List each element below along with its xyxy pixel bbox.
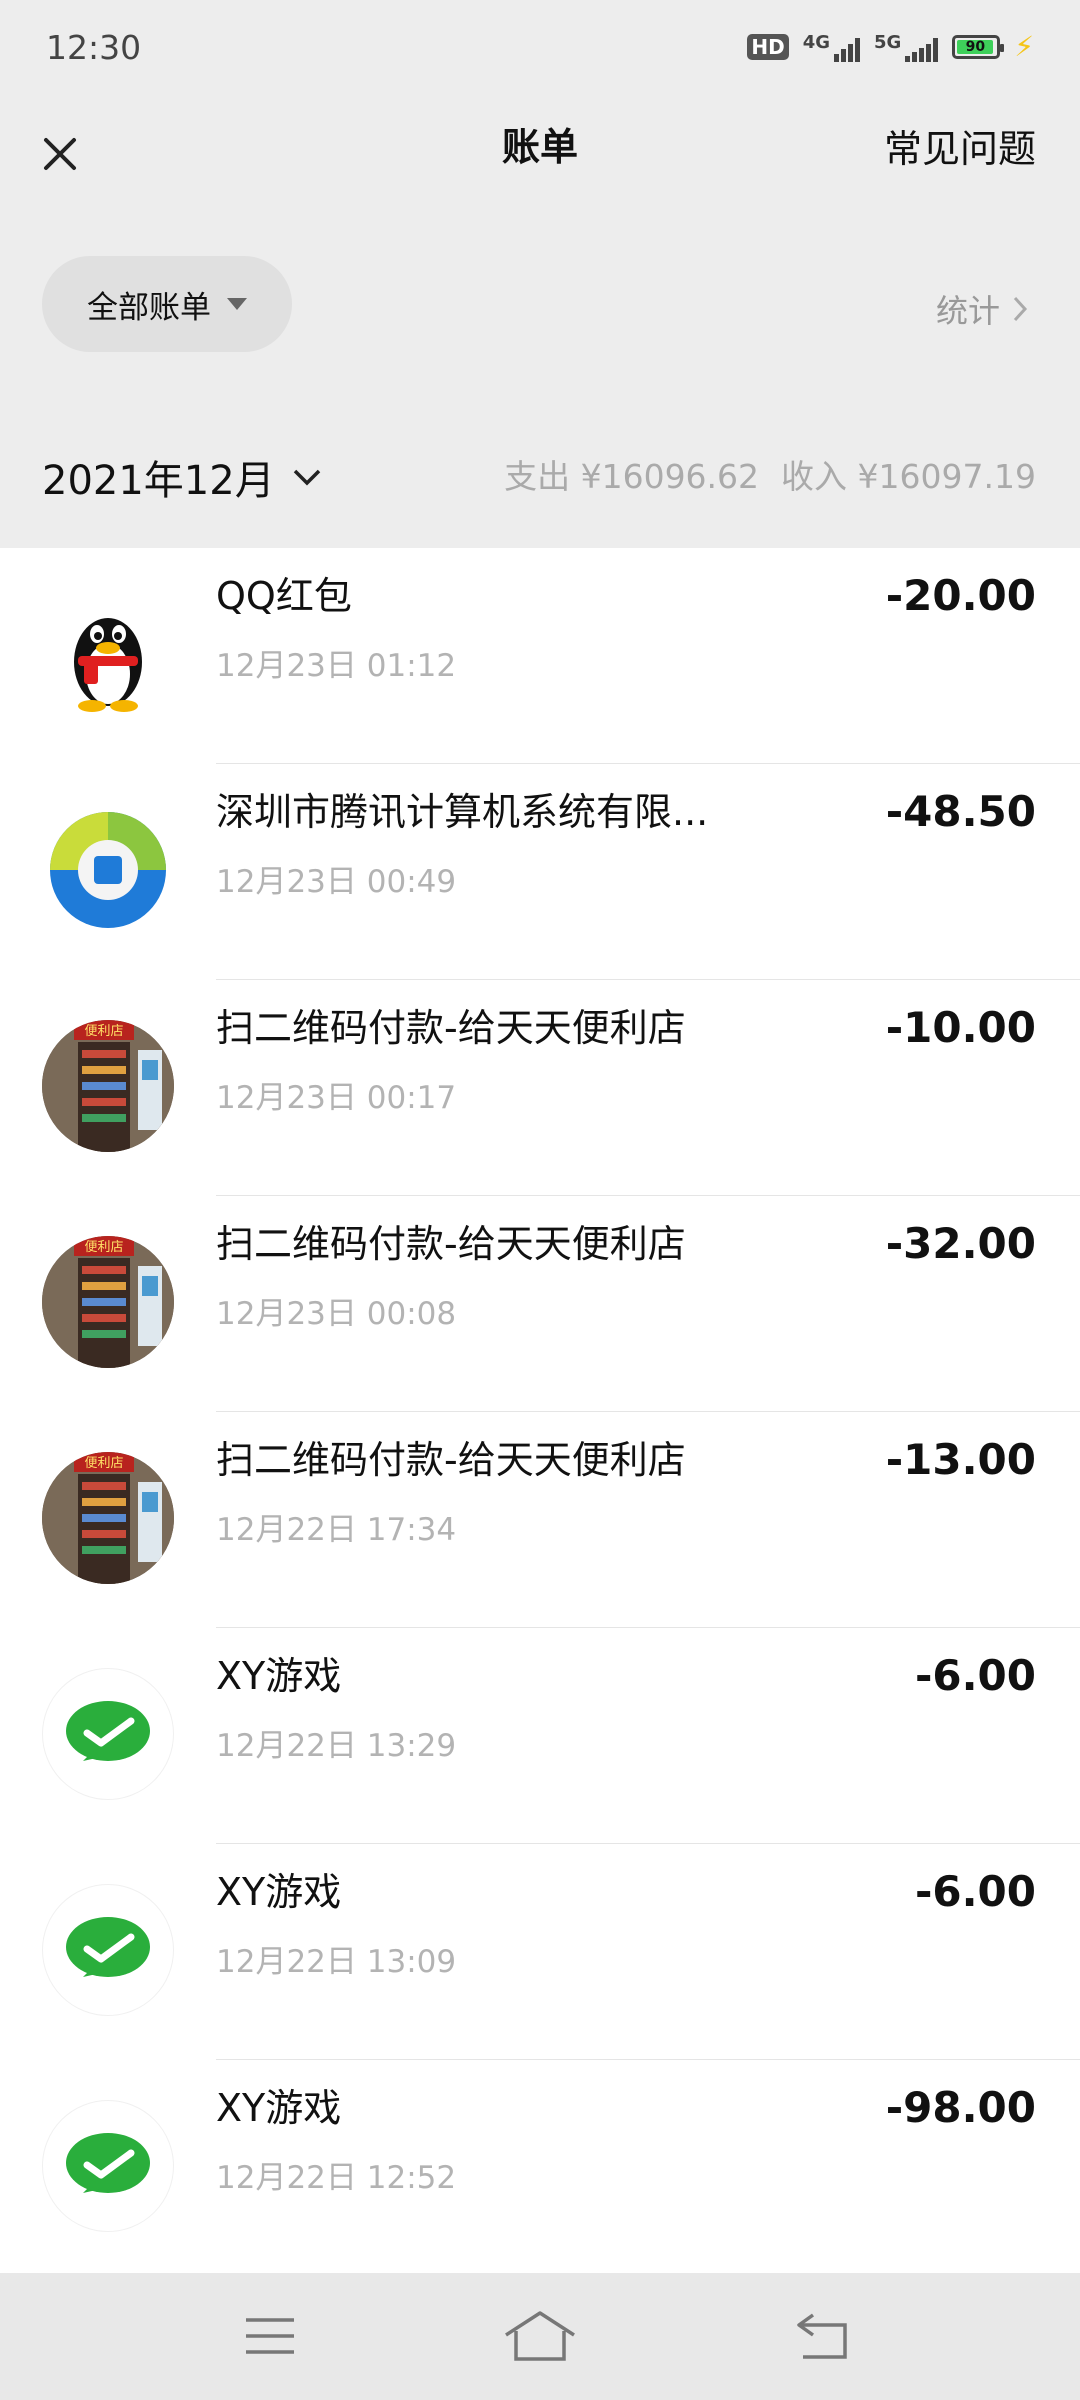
chevron-down-icon [293,469,320,486]
signal-4g-icon: 4G [803,32,861,62]
hd-icon: HD [747,33,789,60]
month-selector[interactable]: 2021年12月 [42,448,323,506]
transaction-row[interactable]: XY游戏 12月22日 13:09 -6.00 [0,1844,1080,2060]
battery-icon: 90 [952,34,1005,59]
transaction-time: 12月23日 01:12 [216,648,457,684]
transaction-amount: -10.00 [885,1003,1036,1052]
month-totals: 支出 ¥16096.62 收入 ¥16097.19 [504,450,1036,498]
transaction-time: 12月23日 00:08 [216,1296,457,1332]
transaction-name: 扫二维码付款-给天天便利店 [216,1438,686,1482]
caret-down-icon [227,298,247,310]
transaction-name: XY游戏 [216,1870,342,1914]
transaction-amount: -13.00 [885,1435,1036,1484]
transaction-name: 扫二维码付款-给天天便利店 [216,1006,686,1050]
stats-label: 统计 [935,292,1000,330]
wechat-pay-icon [42,2100,174,2232]
income-total: 收入 ¥16097.19 [781,457,1036,496]
transaction-row[interactable]: 便利店 扫二维码付款-给天天便利店 12月23日 00:17 -10.00 [0,980,1080,1196]
transaction-amount: -6.00 [914,1867,1036,1916]
transaction-row[interactable]: 深圳市腾讯计算机系统有限... 12月23日 00:49 -48.50 [0,764,1080,980]
faq-link[interactable]: 常见问题 [884,118,1036,173]
expense-total: 支出 ¥16096.62 [504,457,760,496]
home-icon[interactable] [500,2301,580,2371]
store-photo: 便利店 [42,1236,174,1368]
transaction-time: 12月23日 00:17 [216,1080,457,1116]
transaction-row[interactable]: QQ红包 12月23日 01:12 -20.00 [0,548,1080,764]
wechat-pay-icon [42,1668,174,1800]
chevron-right-icon [1013,296,1028,322]
transaction-name: XY游戏 [216,1654,342,1698]
status-time: 12:30 [46,28,142,67]
transaction-time: 12月23日 00:49 [216,864,457,900]
svg-text:便利店: 便利店 [84,1024,123,1039]
transaction-list: QQ红包 12月23日 01:12 -20.00 深圳市腾讯计算机系统有限...… [0,548,1080,2273]
transaction-name: 扫二维码付款-给天天便利店 [216,1222,686,1266]
transaction-time: 12月22日 12:52 [216,2160,457,2196]
transaction-row[interactable]: 便利店 扫二维码付款-给天天便利店 12月23日 00:08 -32.00 [0,1196,1080,1412]
filter-label: 全部账单 [87,289,211,326]
status-icons: HD 4G 5G 90 ⚡ [747,30,1034,63]
back-icon[interactable] [783,2301,863,2371]
transaction-time: 12月22日 13:09 [216,1944,457,1980]
transaction-amount: -32.00 [885,1219,1036,1268]
menu-icon[interactable] [230,2301,310,2371]
nav-bar: 账单 常见问题 [0,96,1080,217]
transaction-amount: -20.00 [885,571,1036,620]
transaction-amount: -98.00 [885,2083,1036,2132]
wechat-pay-icon [42,1884,174,2016]
qq-penguin-icon [42,588,174,720]
month-header: 2021年12月 支出 ¥16096.62 收入 ¥16097.19 [0,398,1080,548]
store-photo: 便利店 [42,1452,174,1584]
transaction-amount: -48.50 [885,787,1036,836]
stats-link[interactable]: 统计 [936,286,1030,332]
battery-level: 90 [957,39,994,54]
transaction-name: 深圳市腾讯计算机系统有限... [216,790,709,834]
transaction-time: 12月22日 13:29 [216,1728,457,1764]
transaction-amount: -6.00 [914,1651,1036,1700]
status-bar: 12:30 HD 4G 5G 90 ⚡ [0,0,1080,96]
transaction-name: QQ红包 [216,574,352,618]
tencent-logo-icon [42,804,174,936]
filter-bar: 全部账单 统计 [0,216,1080,399]
transaction-name: XY游戏 [216,2086,342,2130]
month-label: 2021年12月 [42,458,275,504]
transaction-row[interactable]: XY游戏 12月22日 13:29 -6.00 [0,1628,1080,1844]
transaction-row[interactable]: XY游戏 12月22日 12:52 -98.00 [0,2060,1080,2273]
signal-5g-icon: 5G [874,32,939,62]
charging-icon: ⚡ [1014,30,1034,63]
system-nav-bar [0,2273,1080,2400]
bill-filter-dropdown[interactable]: 全部账单 [42,256,292,352]
svg-text:便利店: 便利店 [84,1240,123,1255]
transaction-row[interactable]: 便利店 扫二维码付款-给天天便利店 12月22日 17:34 -13.00 [0,1412,1080,1628]
svg-text:便利店: 便利店 [84,1456,123,1471]
store-photo: 便利店 [42,1020,174,1152]
transaction-time: 12月22日 17:34 [216,1512,457,1548]
